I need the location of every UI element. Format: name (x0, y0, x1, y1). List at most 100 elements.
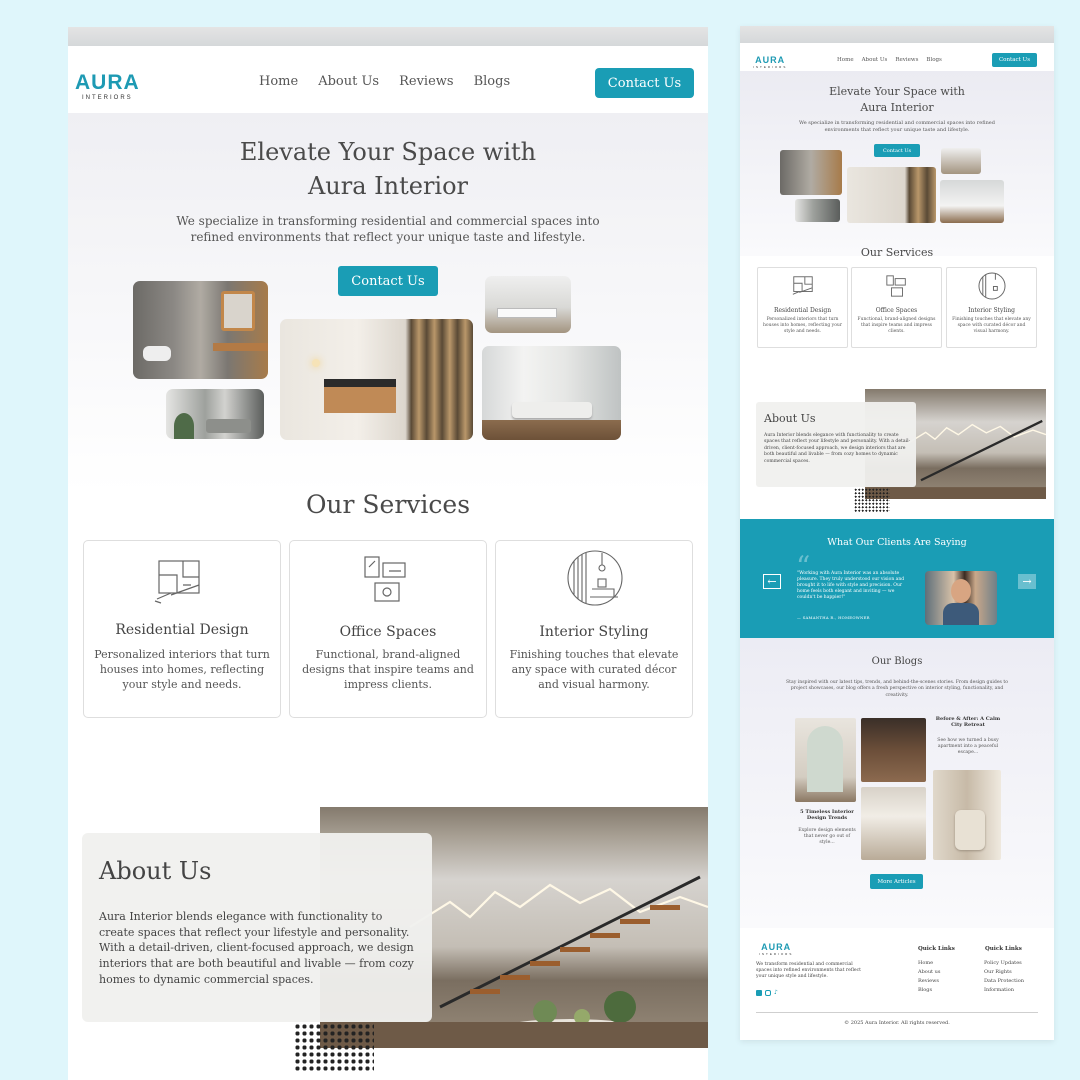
about-card: About Us Aura Interior blends elegance w… (82, 833, 432, 1022)
footer-link-about[interactable]: About us (918, 968, 940, 977)
hero-title: Elevate Your Space with Aura Interior (740, 84, 1054, 116)
testimonial-quote: "Working with Aura Interior was an absol… (797, 571, 905, 600)
logo-wordmark: AURA (75, 71, 140, 94)
footer-link-blogs[interactable]: Blogs (918, 986, 940, 995)
footer-link-info[interactable]: Information (984, 986, 1024, 995)
kitchen-photo (485, 276, 571, 333)
footer-link-home[interactable]: Home (918, 959, 940, 968)
blog-photo-chair (933, 770, 1001, 860)
service-desc: Finishing touches that elevate any space… (952, 317, 1031, 334)
nav-link-blogs[interactable]: Blogs (474, 74, 511, 89)
dot-pattern (854, 488, 890, 512)
logo-wordmark: AURA (761, 942, 792, 952)
footer-link-rights[interactable]: Our Rights (984, 968, 1024, 977)
office-furniture-icon (364, 556, 406, 602)
nav-link-home[interactable]: Home (259, 74, 298, 89)
footer-link-policy[interactable]: Policy Updates (984, 959, 1024, 968)
service-card-styling[interactable]: Interior Styling Finishing touches that … (946, 267, 1037, 348)
service-title: Office Spaces (875, 307, 918, 314)
hero-subtitle: We specialize in transforming residentia… (799, 120, 995, 133)
logo-wordmark: AURA (755, 55, 786, 65)
logo-tagline: INTERIORS (759, 952, 794, 956)
service-desc: Personalized interiors that turn houses … (763, 317, 842, 334)
floorplan-icon (792, 276, 813, 295)
nav-links: Home About Us Reviews Blogs (837, 57, 942, 63)
footer-col1-title: Quick Links (918, 946, 955, 952)
nav-link-reviews[interactable]: Reviews (895, 57, 918, 63)
instagram-icon[interactable] (765, 990, 771, 996)
service-title: Office Spaces (339, 624, 437, 640)
service-desc: Finishing touches that elevate any space… (509, 648, 679, 691)
aura-logo[interactable]: AURA INTERIORS (753, 55, 788, 70)
living-room-small-photo (166, 389, 264, 439)
service-title: Residential Design (773, 307, 832, 314)
footer-col2-title: Quick Links (985, 946, 1022, 952)
about-title: About Us (764, 412, 816, 425)
nav-link-about[interactable]: About Us (862, 57, 888, 63)
nav-link-home[interactable]: Home (837, 57, 854, 63)
service-card-residential[interactable]: Residential Design Personalized interior… (83, 540, 281, 718)
footer-description: We transform residential and commercial … (756, 962, 862, 980)
bathroom-photo (780, 150, 842, 195)
tiktok-icon[interactable]: ♪ (774, 990, 778, 996)
more-articles-button[interactable]: More Articles (870, 874, 923, 889)
dot-pattern (294, 1023, 374, 1073)
browser-top-strip (740, 26, 1054, 43)
hero-contact-button[interactable]: Contact Us (338, 266, 438, 296)
testimonials-title: What Our Clients Are Saying (827, 537, 967, 548)
blog-photo-bedroom (861, 787, 926, 860)
service-title: Interior Styling (539, 624, 649, 640)
hero-subtitle: We specialize in transforming residentia… (176, 214, 600, 244)
footer-logo[interactable]: AURA INTERIORS (759, 942, 794, 957)
testimonial-author: — SAMANTHA R., HOMEOWNER (797, 615, 870, 620)
service-card-styling[interactable]: Interior Styling Finishing touches that … (495, 540, 693, 718)
service-card-residential[interactable]: Residential Design Personalized interior… (757, 267, 848, 348)
lounge-photo (940, 180, 1004, 223)
footer-col1-links: Home About us Reviews Blogs (918, 959, 940, 995)
logo-tagline: INTERIORS (753, 65, 788, 69)
styled-room-icon (978, 272, 1006, 300)
footer-link-data[interactable]: Data Protection (984, 977, 1024, 986)
service-card-office[interactable]: Office Spaces Functional, brand-aligned … (289, 540, 487, 718)
arrow-left-icon[interactable]: ← (763, 574, 781, 589)
aura-logo[interactable]: AURA INTERIORS (75, 71, 140, 102)
service-desc: Functional, brand-aligned designs that i… (302, 648, 474, 691)
service-card-office[interactable]: Office Spaces Functional, brand-aligned … (851, 267, 942, 348)
nav-link-reviews[interactable]: Reviews (399, 74, 453, 89)
office-furniture-icon (886, 275, 906, 297)
footer-col2-links: Policy Updates Our Rights Data Protectio… (984, 959, 1024, 995)
blog-post-desc: Explore design elements that never go ou… (798, 828, 856, 846)
styled-room-icon (567, 550, 623, 606)
nav-link-about[interactable]: About Us (318, 74, 379, 89)
kitchen-photo (941, 148, 981, 174)
service-desc: Personalized interiors that turn houses … (94, 648, 270, 691)
living-room-small-photo (795, 199, 840, 222)
nav-contact-button[interactable]: Contact Us (992, 53, 1037, 67)
browser-top-strip (68, 27, 708, 46)
about-title: About Us (99, 857, 212, 885)
bathroom-photo (133, 281, 268, 379)
hero-title-line1: Elevate Your Space with (239, 138, 537, 166)
nav-link-blogs[interactable]: Blogs (926, 57, 941, 63)
blog-photo-kitchen (861, 718, 926, 782)
hero-title: Elevate Your Space with Aura Interior (68, 135, 708, 203)
desktop-mockup: AURA INTERIORS Home About Us Reviews Blo… (68, 27, 708, 1080)
facebook-icon[interactable] (756, 990, 762, 996)
social-links: ♪ (756, 990, 778, 996)
blogs-title: Our Blogs (871, 656, 923, 667)
blog-post-title[interactable]: 5 Timeless Interior Design Trends (797, 809, 857, 822)
footer-link-reviews[interactable]: Reviews (918, 977, 940, 986)
copyright-text: © 2025 Aura Interior. All rights reserve… (844, 1020, 950, 1026)
services-title: Our Services (305, 490, 471, 519)
about-text: Aura Interior blends elegance with funct… (764, 433, 911, 464)
arrow-right-icon[interactable]: → (1018, 574, 1036, 589)
floorplan-icon (154, 560, 200, 604)
nav-contact-button[interactable]: Contact Us (595, 68, 694, 98)
service-title: Residential Design (115, 622, 249, 638)
hero-title-line2: Aura Interior (860, 101, 934, 114)
footer-divider (756, 1012, 1038, 1013)
services-title: Our Services (860, 246, 934, 259)
logo-tagline: INTERIORS (82, 95, 133, 101)
blog-post-title[interactable]: Before & After: A Calm City Retreat (933, 716, 1003, 729)
hero-contact-button[interactable]: Contact Us (874, 144, 920, 157)
